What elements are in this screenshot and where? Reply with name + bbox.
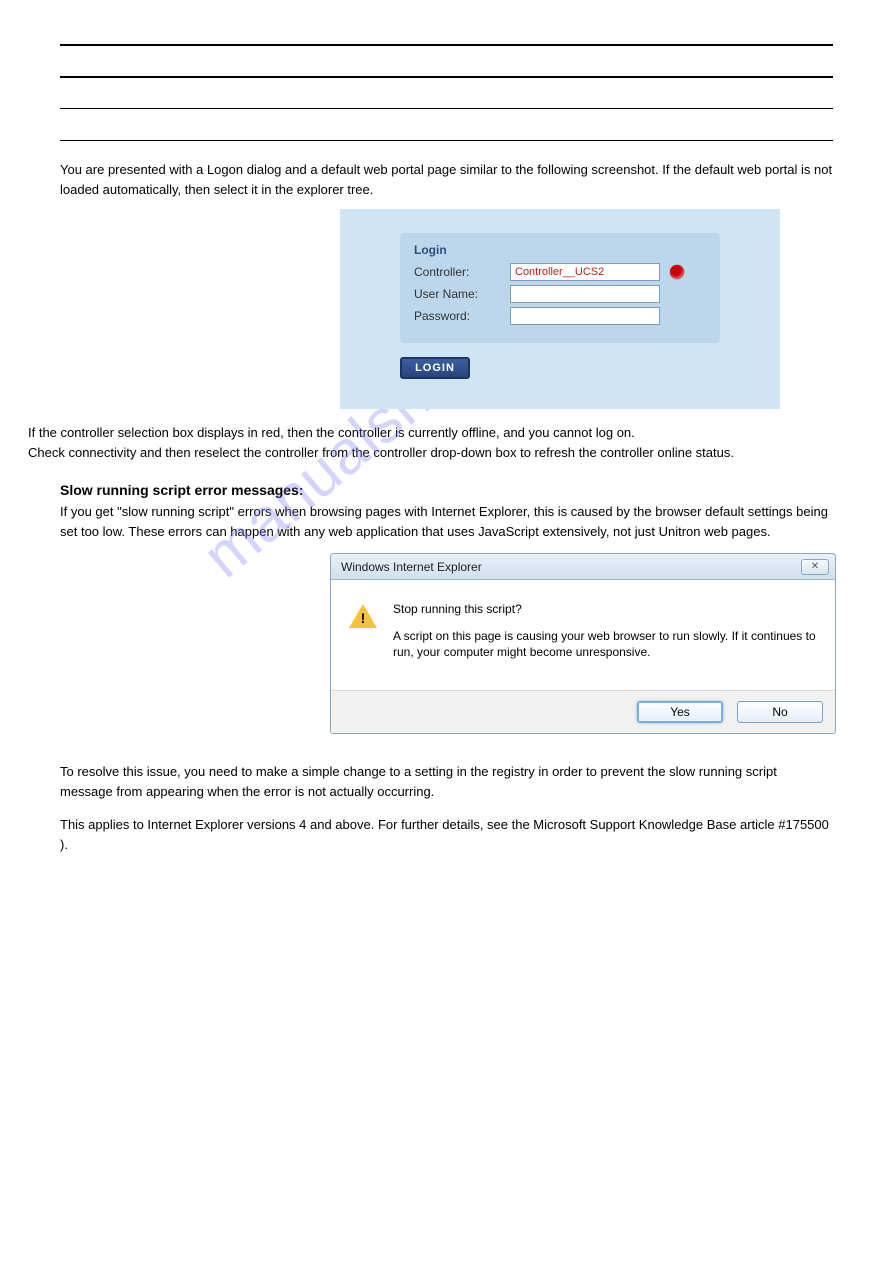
body-paragraph: If the controller selection box displays…: [28, 423, 833, 462]
paragraph-text: If the controller selection box displays…: [28, 423, 833, 443]
field-row-controller: Controller:: [414, 263, 702, 281]
ie-dialog: Windows Internet Explorer ✕ ! Stop runni…: [330, 553, 836, 734]
paragraph-text-b: ).: [60, 837, 68, 852]
subsection-heading: Slow running script error messages:: [60, 482, 833, 498]
dialog-titlebar: Windows Internet Explorer ✕: [331, 554, 835, 580]
close-icon[interactable]: ✕: [801, 559, 829, 575]
dialog-text: Stop running this script? A script on th…: [393, 602, 817, 660]
controller-input[interactable]: [510, 263, 660, 281]
paragraph-text: This applies to Internet Explorer versio…: [60, 815, 833, 854]
figure-login: Login Controller: User Name: Password: L…: [340, 209, 833, 409]
paragraph-text: Check connectivity and then reselect the…: [28, 443, 833, 463]
paragraph-text: If you get "slow running script" errors …: [60, 502, 833, 541]
paragraph-text-a: This applies to Internet Explorer versio…: [60, 817, 829, 832]
field-row-password: Password:: [414, 307, 702, 325]
paragraph-text: To resolve this issue, you need to make …: [60, 762, 833, 801]
username-label: User Name:: [414, 287, 510, 301]
login-panel: Login Controller: User Name: Password:: [400, 233, 720, 343]
dialog-question: Stop running this script?: [393, 602, 817, 616]
subsection: Slow running script error messages:: [60, 482, 833, 498]
dialog-body: ! Stop running this script? A script on …: [331, 580, 835, 690]
body-paragraph: If you get "slow running script" errors …: [60, 502, 833, 541]
status-dot-icon: [670, 265, 684, 279]
dialog-message: A script on this page is causing your we…: [393, 628, 817, 660]
dialog-button-row: Yes No: [331, 690, 835, 733]
divider: [60, 108, 833, 140]
yes-button[interactable]: Yes: [637, 701, 723, 723]
divider: [60, 140, 833, 146]
password-input[interactable]: [510, 307, 660, 325]
figure-dialog: Windows Internet Explorer ✕ ! Stop runni…: [330, 553, 833, 734]
divider: [60, 44, 833, 76]
controller-label: Controller:: [414, 265, 510, 279]
body-paragraph: To resolve this issue, you need to make …: [60, 762, 833, 801]
password-label: Password:: [414, 309, 510, 323]
login-button[interactable]: LOGIN: [400, 357, 470, 379]
username-input[interactable]: [510, 285, 660, 303]
body-paragraph: You are presented with a Logon dialog an…: [60, 160, 833, 199]
login-card: Login Controller: User Name: Password: L…: [340, 209, 780, 409]
no-button[interactable]: No: [737, 701, 823, 723]
dialog-title-text: Windows Internet Explorer: [341, 560, 482, 574]
divider: [60, 76, 833, 108]
warning-icon: !: [349, 602, 377, 630]
login-panel-title: Login: [414, 243, 702, 257]
blockquote: This applies to Internet Explorer versio…: [60, 815, 833, 854]
field-row-username: User Name:: [414, 285, 702, 303]
paragraph-text: You are presented with a Logon dialog an…: [60, 160, 833, 199]
